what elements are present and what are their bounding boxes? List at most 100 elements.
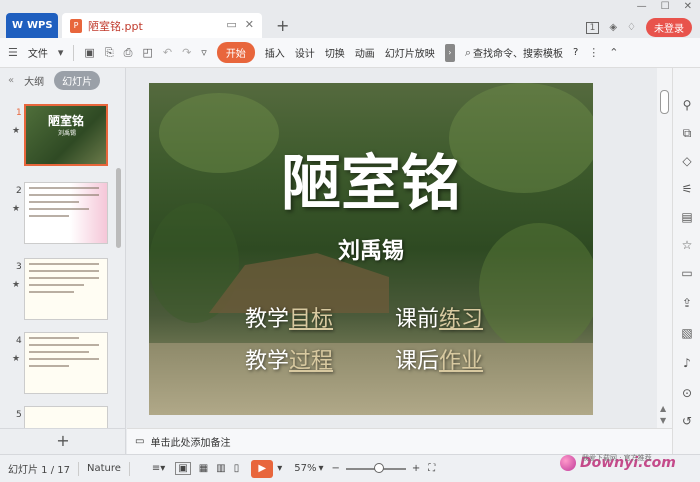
minimize-button[interactable]: — [637, 1, 647, 12]
slide-author[interactable]: 刘禹锡 [149, 233, 593, 265]
play-options-icon[interactable]: ▾ [277, 463, 282, 474]
shirt-icon[interactable]: ♢ [627, 22, 636, 33]
scroll-down-icon[interactable]: ▼ [660, 416, 666, 425]
archive-icon[interactable]: ▭ [679, 266, 695, 282]
notes-area[interactable]: ▭ 单击此处添加备注 [127, 428, 672, 454]
zoom-dropdown-icon[interactable]: ▾ [318, 463, 323, 474]
history-icon[interactable]: ↺ [679, 414, 695, 430]
tab-home[interactable]: 开始 [216, 42, 255, 63]
notes-view-icon[interactable]: ▯ [234, 463, 240, 474]
settings-sliders-icon[interactable]: ⚟ [679, 182, 695, 198]
thumbnail-preview [24, 258, 108, 320]
tab-outline[interactable]: 大纲 [24, 73, 44, 88]
play-slideshow-button[interactable]: ▶ [251, 459, 274, 478]
zoom-slider[interactable] [345, 462, 406, 473]
panel-scrollbar[interactable] [116, 168, 121, 248]
thumbnail-number: 4 [16, 336, 22, 346]
thumbnail-preview [24, 332, 108, 394]
page-badge[interactable]: 1 [585, 21, 600, 34]
skin-icon[interactable]: ◈ [609, 22, 617, 33]
ppt-file-icon: P [70, 18, 82, 33]
tab-design[interactable]: 设计 [295, 45, 315, 60]
slide-title[interactable]: 陋室铭 [149, 135, 593, 222]
download-icon[interactable]: ⊙ [679, 386, 695, 402]
slide-link-process[interactable]: 教学过程 [245, 343, 333, 375]
shape-icon[interactable]: ◇ [679, 154, 695, 170]
search-icon[interactable]: ⌕ [465, 46, 471, 60]
thumbnail-number: 3 [16, 262, 22, 272]
star-icon: ★ [12, 280, 21, 290]
search-command-input[interactable]: 查找命令、搜索模板 [473, 45, 563, 60]
wps-logo-icon: W [12, 20, 24, 31]
hamburger-menu-icon[interactable]: ☰ [8, 46, 18, 59]
undo-icon[interactable]: ↶ [163, 46, 172, 59]
export-pdf-icon[interactable]: ⎘ [105, 46, 114, 60]
tab-animation[interactable]: 动画 [355, 45, 375, 60]
slide-thumbnail-5[interactable]: 5 [0, 406, 118, 428]
audio-icon[interactable]: ♪ [679, 356, 695, 372]
image-library-icon[interactable]: ▤ [679, 210, 695, 226]
slide-link-homework[interactable]: 课后作业 [395, 343, 483, 375]
slide-thumbnail-1[interactable]: 1 ★ 陋室铭 刘禹锡 [0, 104, 118, 168]
favorite-star-icon[interactable]: ☆ [679, 238, 695, 254]
notes-icon: ▭ [135, 436, 145, 447]
zoom-out-button[interactable]: − [332, 463, 340, 474]
add-slide-button[interactable]: + [0, 428, 126, 454]
canvas-scrollbar[interactable]: ▲ ▼ [657, 68, 672, 428]
share-icon[interactable]: ⇪ [679, 296, 695, 312]
scroll-thumb[interactable] [660, 90, 669, 114]
zoom-level[interactable]: 57% [294, 463, 316, 474]
reading-view-icon[interactable]: ▥ [216, 463, 225, 474]
wps-home-tab[interactable]: W WPS [6, 13, 58, 38]
slide-link-prep[interactable]: 课前练习 [395, 301, 483, 333]
tab-slideshow[interactable]: 幻灯片放映 [385, 45, 435, 60]
fit-window-icon[interactable]: ⛶ [428, 463, 435, 474]
slide-panel: « 大纲 幻灯片 1 ★ 陋室铭 刘禹锡 2 ★ 3 ★ 4 ★ 5 + [0, 68, 126, 454]
save-icon[interactable]: ▣ [84, 46, 94, 59]
star-icon: ★ [12, 126, 21, 136]
customize-icon[interactable]: ▿ [201, 46, 207, 59]
redo-icon[interactable]: ↷ [182, 46, 191, 59]
scroll-up-icon[interactable]: ▲ [660, 404, 666, 413]
zoom-in-button[interactable]: + [412, 463, 420, 474]
thumbnail-number: 1 [16, 108, 22, 118]
login-button[interactable]: 未登录 [646, 18, 692, 37]
monitor-icon[interactable]: ▭ [226, 18, 236, 31]
collapse-ribbon-icon[interactable]: ⌃ [609, 46, 618, 59]
slide-thumbnail-4[interactable]: 4 ★ [0, 332, 118, 396]
maximize-button[interactable]: ☐ [661, 1, 670, 12]
close-tab-icon[interactable]: ✕ [245, 18, 254, 31]
pin-icon[interactable]: ⚲ [679, 98, 695, 114]
picture-icon[interactable]: ▧ [679, 326, 695, 342]
more-options-icon[interactable]: ⋮ [588, 46, 599, 59]
preview-icon[interactable]: ◰ [142, 46, 152, 59]
tab-transition[interactable]: 切换 [325, 45, 345, 60]
slide-thumbnail-3[interactable]: 3 ★ [0, 258, 118, 322]
help-button[interactable]: ? [573, 47, 578, 58]
zoom-slider-knob[interactable] [374, 462, 385, 473]
slide-canvas: 陋室铭 刘禹锡 教学目标 课前练习 教学过程 课后作业 [127, 68, 657, 428]
chevron-down-icon[interactable]: ▾ [58, 46, 64, 59]
file-menu[interactable]: 文件 [28, 45, 48, 60]
watermark: Downyi.com 我爱下载网 · 官方推荐 [560, 454, 676, 471]
normal-view-icon[interactable]: ▣ [175, 462, 191, 475]
menu-lines-icon[interactable]: ≡▾ [152, 463, 165, 474]
tab-insert[interactable]: 插入 [265, 45, 285, 60]
slide-sorter-icon[interactable]: ▦ [199, 463, 208, 474]
thumbnail-preview [24, 406, 108, 428]
ribbon-toolbar: ☰ 文件 ▾ ▣ ⎘ ⎙ ◰ ↶ ↷ ▿ 开始 插入 设计 切换 动画 幻灯片放… [0, 38, 700, 68]
slide-link-objectives[interactable]: 教学目标 [245, 301, 333, 333]
watermark-logo-icon [560, 455, 576, 471]
thumbnail-number: 2 [16, 186, 22, 196]
wps-tab-label: WPS [27, 20, 53, 31]
tab-slides[interactable]: 幻灯片 [54, 70, 101, 90]
copy-style-icon[interactable]: ⧉ [679, 126, 695, 142]
document-tab[interactable]: P 陋室铭.ppt ▭ ✕ [62, 13, 262, 38]
slide-editor[interactable]: 陋室铭 刘禹锡 教学目标 课前练习 教学过程 课后作业 [149, 83, 593, 415]
slide-thumbnail-2[interactable]: 2 ★ [0, 182, 118, 246]
new-tab-button[interactable]: + [276, 16, 289, 35]
more-tabs-button[interactable]: › [444, 43, 455, 62]
collapse-panel-icon[interactable]: « [8, 75, 14, 86]
print-icon[interactable]: ⎙ [124, 46, 133, 60]
close-window-button[interactable]: ✕ [684, 1, 692, 12]
